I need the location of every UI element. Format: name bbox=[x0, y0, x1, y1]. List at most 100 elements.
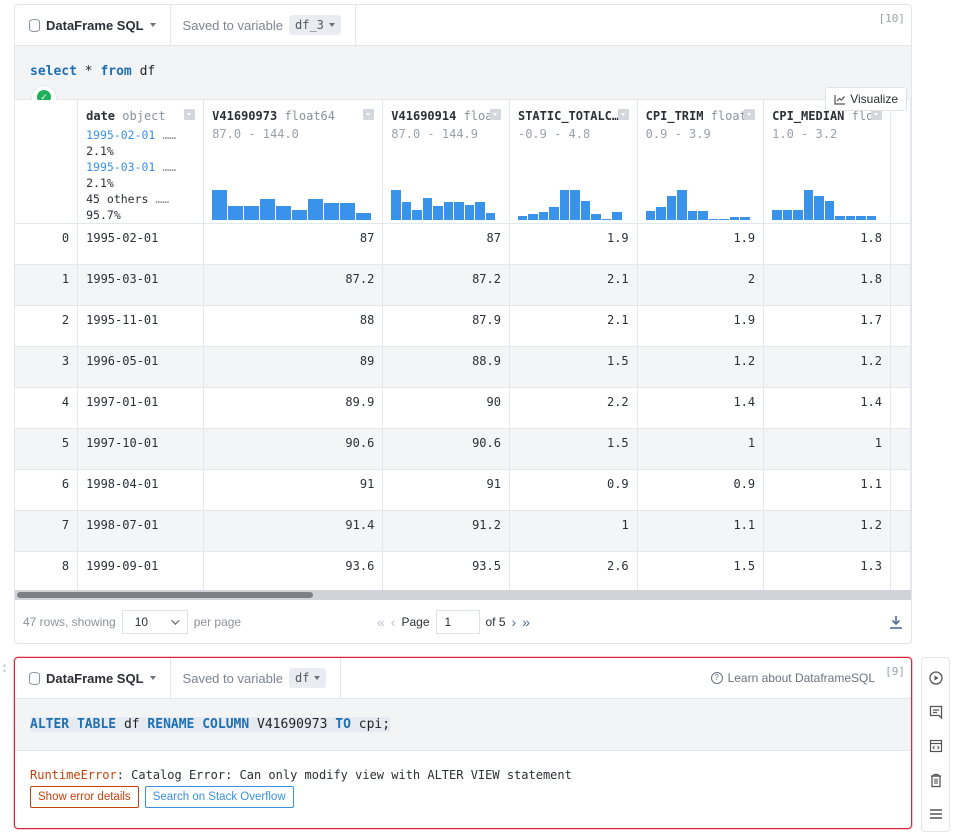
others-row: 45 others …… 95.7% bbox=[86, 192, 170, 222]
cell-cut bbox=[890, 551, 911, 590]
histogram-bar bbox=[845, 216, 856, 220]
histogram-bar bbox=[412, 209, 422, 220]
cell-value: 93.5 bbox=[382, 551, 510, 590]
error-message: RuntimeError: Catalog Error: Can only mo… bbox=[15, 751, 911, 782]
cell-date: 1995-02-01 bbox=[77, 223, 205, 265]
cell-value: 90.6 bbox=[382, 428, 510, 470]
run-icon[interactable] bbox=[928, 667, 944, 689]
cell-date: 1998-04-01 bbox=[77, 469, 205, 511]
first-page-icon[interactable]: « bbox=[377, 614, 385, 630]
cell-value: 93.6 bbox=[203, 551, 384, 590]
column-type: object bbox=[122, 109, 166, 123]
column-menu-button[interactable] bbox=[363, 109, 375, 120]
cell-value: 87 bbox=[382, 223, 510, 265]
column-name: date bbox=[86, 109, 116, 123]
cell-value: 91.4 bbox=[203, 510, 384, 552]
delete-icon[interactable] bbox=[928, 769, 944, 791]
histogram-bar bbox=[517, 216, 528, 220]
menu-icon[interactable] bbox=[928, 803, 944, 825]
table-row: 2 1995-11-01 88 87.9 2.1 1.9 1.7 bbox=[15, 305, 911, 347]
cell-cut bbox=[890, 428, 911, 470]
histogram-bar bbox=[612, 211, 622, 220]
saved-to-variable-label: Saved to variable bbox=[182, 17, 283, 33]
search-stack-overflow-button[interactable]: Search on Stack Overflow bbox=[144, 786, 294, 808]
saved-to-variable-label: Saved to variable bbox=[182, 670, 283, 686]
drag-handle-icon[interactable]: • • bbox=[3, 662, 7, 676]
column-menu-button[interactable] bbox=[744, 109, 756, 120]
table-row: 0 1995-02-01 87 87 1.9 1.9 1.8 bbox=[15, 223, 911, 265]
histogram-bar bbox=[591, 214, 601, 220]
cell-value: 1.2 bbox=[763, 510, 892, 552]
column-name: V41690914 bbox=[391, 109, 457, 123]
visualize-button[interactable]: Visualize bbox=[825, 87, 907, 111]
variable-name-dropdown[interactable]: df bbox=[289, 668, 327, 688]
column-menu-button[interactable] bbox=[617, 109, 629, 120]
histogram-bar bbox=[601, 218, 612, 220]
sql-text: * bbox=[76, 64, 101, 79]
variable-name-dropdown[interactable]: df_3 bbox=[289, 15, 341, 35]
error-type: RuntimeError bbox=[30, 768, 117, 782]
cell-value: 2 bbox=[637, 264, 765, 306]
cell-date: 1998-07-01 bbox=[77, 510, 205, 552]
cell-value: 1.8 bbox=[763, 223, 892, 265]
column-menu-button[interactable] bbox=[489, 109, 501, 120]
per-page-select[interactable]: 10 bbox=[121, 610, 188, 634]
cell-cut bbox=[890, 469, 911, 511]
row-index: 1 bbox=[15, 264, 79, 306]
cell-type-dropdown[interactable]: DataFrame SQL bbox=[15, 658, 171, 698]
histogram-bar bbox=[244, 205, 260, 220]
cell-cut bbox=[890, 510, 911, 552]
histogram-bar bbox=[580, 200, 591, 220]
histogram-bar bbox=[228, 205, 244, 220]
column-header-1: V41690973 float64 87.0 - 144.0 bbox=[203, 100, 384, 224]
table-body: 0 1995-02-01 87 87 1.9 1.9 1.8 1 1995-03-01 87.2 8… bbox=[15, 223, 911, 590]
code-toggle-icon[interactable] bbox=[928, 735, 944, 757]
histogram-bar bbox=[443, 202, 454, 220]
chart-line-icon bbox=[834, 94, 846, 105]
error-text: : Catalog Error: Can only modify view wi… bbox=[116, 768, 572, 782]
last-page-icon[interactable]: » bbox=[522, 614, 530, 630]
dataframe-sql-cell-output: DataFrame SQL Saved to variable df_3 [10… bbox=[14, 4, 912, 644]
caret-down-icon bbox=[149, 23, 156, 27]
row-index: 3 bbox=[15, 346, 79, 388]
visualize-label: Visualize bbox=[850, 92, 898, 106]
column-name: V41690973 bbox=[212, 109, 278, 123]
cell-value: 89 bbox=[203, 346, 384, 388]
sql-keyword: from bbox=[100, 64, 132, 79]
histogram-bar bbox=[475, 202, 485, 220]
row-index: 0 bbox=[15, 223, 79, 265]
cell-date: 1996-05-01 bbox=[77, 346, 205, 388]
histogram-bar bbox=[687, 211, 698, 220]
execution-count: [10] bbox=[878, 12, 906, 25]
next-page-icon[interactable]: › bbox=[512, 614, 517, 630]
page-number-input[interactable]: 1 bbox=[435, 610, 480, 634]
column-range: -0.9 - 4.8 bbox=[517, 127, 591, 141]
prev-page-icon[interactable]: ‹ bbox=[391, 614, 396, 630]
cell-value: 1.1 bbox=[637, 510, 765, 552]
histogram-bar bbox=[782, 209, 793, 220]
column-menu-button[interactable] bbox=[184, 109, 196, 120]
cell-value: 1.9 bbox=[637, 223, 765, 265]
histogram-bar bbox=[803, 190, 814, 220]
sql-editor[interactable]: select * from df bbox=[15, 46, 911, 100]
index-header bbox=[15, 100, 79, 224]
learn-about-link[interactable]: ? Learn about DataframeSQL bbox=[710, 671, 875, 685]
column-histogram bbox=[212, 190, 372, 220]
sql-editor[interactable]: ALTER TABLE df RENAME COLUMN V41690973 T… bbox=[15, 699, 911, 751]
cell-date: 1999-09-01 bbox=[77, 551, 205, 590]
column-header-4: CPI_TRIM float… 0.9 - 3.9 bbox=[637, 100, 765, 224]
horizontal-scrollbar[interactable] bbox=[15, 590, 911, 600]
cell-value: 1.5 bbox=[509, 346, 638, 388]
histogram-bar bbox=[719, 218, 729, 220]
show-error-details-button[interactable]: Show error details bbox=[30, 786, 139, 808]
scrollbar-thumb[interactable] bbox=[17, 592, 313, 598]
cell-value: 88 bbox=[203, 305, 384, 347]
page-label: Page bbox=[401, 615, 430, 629]
cell-value: 91 bbox=[382, 469, 510, 511]
comment-icon[interactable] bbox=[928, 701, 944, 723]
cell-type-dropdown[interactable]: DataFrame SQL bbox=[15, 5, 171, 45]
cell-value: 91.2 bbox=[382, 510, 510, 552]
download-icon[interactable] bbox=[889, 614, 903, 630]
histogram-bar bbox=[422, 197, 433, 220]
histogram-bar bbox=[433, 205, 443, 220]
